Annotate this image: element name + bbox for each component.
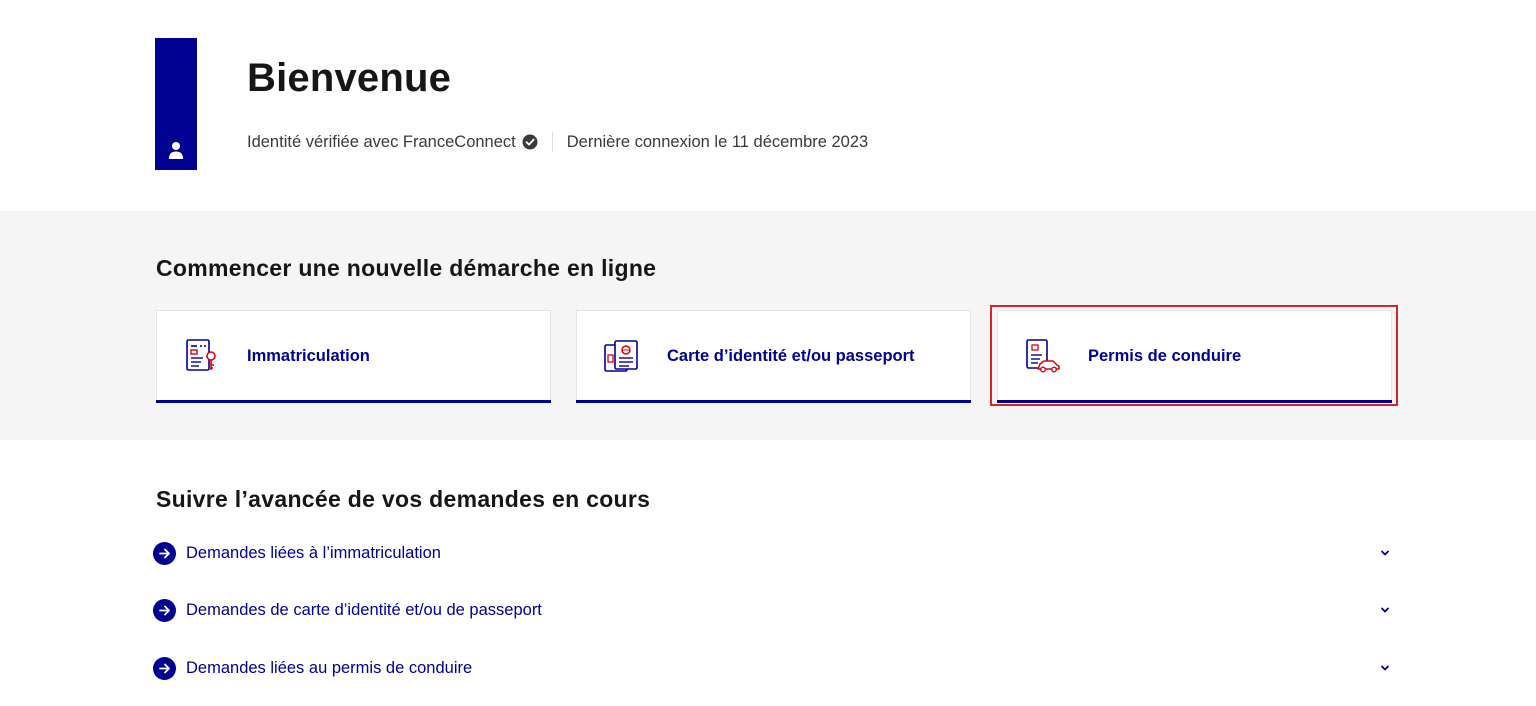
section-title-new-procedure: Commencer une nouvelle démarche en ligne — [156, 255, 657, 281]
page: Bienvenue Identité vérifiée avec FranceC… — [0, 0, 1536, 706]
welcome-header: Bienvenue Identité vérifiée avec FranceC… — [0, 0, 1536, 211]
chevron-down-icon[interactable] — [1379, 662, 1391, 674]
last-login-text: Dernière connexion le 11 décembre 2023 — [566, 132, 869, 151]
verified-check-icon — [522, 134, 538, 150]
chevron-down-icon[interactable] — [1379, 547, 1391, 559]
request-item-label: Demandes de carte d’identité et/ou de pa… — [186, 600, 542, 619]
identity-verified-text: Identité vérifiée avec FranceConnect — [247, 132, 516, 151]
arrow-right-icon — [153, 541, 176, 565]
avatar — [155, 38, 197, 170]
driving-license-icon — [1026, 339, 1060, 373]
chevron-down-icon[interactable] — [1379, 604, 1391, 616]
separator — [551, 132, 553, 152]
request-item-immatriculation[interactable]: Demandes liées à l’immatriculation — [153, 539, 1393, 567]
request-item-identity-passport[interactable]: Demandes de carte d’identité et/ou de pa… — [153, 596, 1393, 624]
card-label-driving-license: Permis de conduire — [1088, 347, 1242, 365]
user-icon — [169, 142, 183, 159]
request-item-label: Demandes liées à l’immatriculation — [186, 543, 441, 562]
card-immatriculation[interactable]: Immatriculation — [156, 310, 551, 403]
request-item-label: Demandes liées au permis de conduire — [186, 658, 473, 677]
card-label-immatriculation: Immatriculation — [247, 347, 370, 365]
card-identity-passport[interactable]: Carte d’identité et/ou passeport — [576, 310, 971, 403]
card-label-identity-passport: Carte d’identité et/ou passeport — [667, 347, 915, 365]
vehicle-registration-icon — [186, 339, 216, 371]
request-item-driving-license[interactable]: Demandes liées au permis de conduire — [153, 654, 1393, 682]
arrow-right-icon — [153, 656, 176, 680]
arrow-right-icon — [153, 598, 176, 622]
card-driving-license[interactable]: Permis de conduire — [997, 310, 1392, 403]
identity-info: Identité vérifiée avec FranceConnect Der… — [247, 131, 868, 153]
page-title: Bienvenue — [247, 56, 452, 100]
new-procedure-section: Commencer une nouvelle démarche en ligne… — [0, 211, 1536, 440]
section-title-follow-requests: Suivre l’avancée de vos demandes en cour… — [156, 486, 651, 512]
id-card-passport-icon — [604, 340, 638, 372]
